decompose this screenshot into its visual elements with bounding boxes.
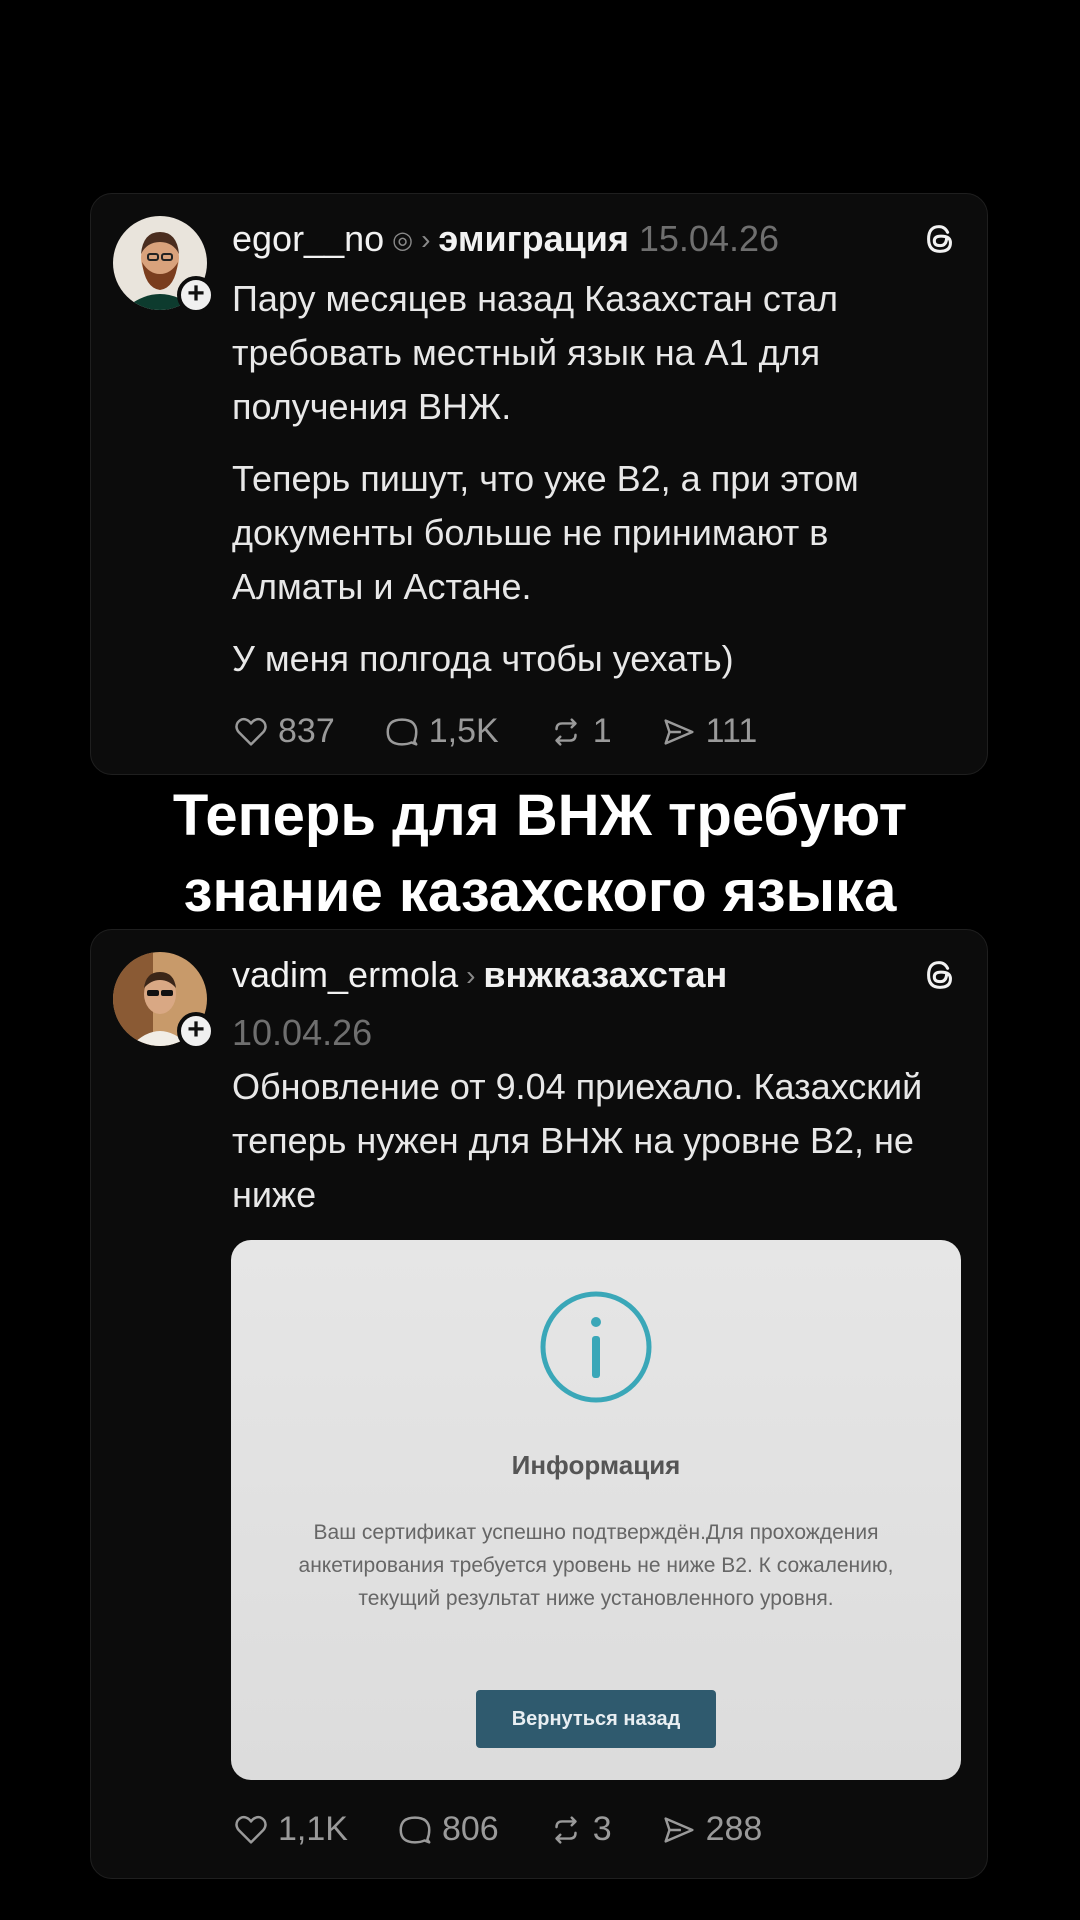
repost-button[interactable]: 3 <box>547 1810 612 1849</box>
dialog-message: Ваш сертификат успешно подтверждён.Для п… <box>298 1521 894 1610</box>
topic-tag[interactable]: внжказахстан <box>483 954 727 995</box>
comment-count: 1,5K <box>428 712 499 750</box>
headline: Теперь для ВНЖ требуют знание казахского… <box>0 778 1080 930</box>
share-count: 111 <box>705 712 758 750</box>
post-paragraph: Обновление от 9.04 приехало. Казахский т… <box>232 1066 923 1215</box>
repost-count: 3 <box>592 1810 612 1848</box>
verified-badge-icon: ◎ <box>392 227 414 254</box>
repost-count: 1 <box>592 712 612 750</box>
comment-count: 806 <box>441 1810 499 1848</box>
topic-tag[interactable]: эмиграция <box>438 218 628 259</box>
dialog-title: Информация <box>511 1450 681 1480</box>
heart-icon <box>235 1815 267 1844</box>
follow-plus-icon[interactable]: + <box>177 276 215 314</box>
post-date: 15.04.26 <box>638 218 780 259</box>
post-header: vadim_ermola › внжказахстан <box>232 952 957 999</box>
comment-button[interactable]: 806 <box>396 1810 499 1849</box>
post-actions: 1,1K 806 3 288 <box>232 1810 810 1849</box>
like-button[interactable]: 1,1K <box>232 1810 348 1849</box>
share-button[interactable]: 111 <box>660 712 758 751</box>
like-button[interactable]: 837 <box>232 712 335 751</box>
post-card-1[interactable]: + egor__no ◎ › эмиграция 15.04.26 Пару месяц… <box>90 193 988 775</box>
repost-icon <box>554 1815 577 1844</box>
post-actions: 837 1,5K 1 111 <box>232 712 805 751</box>
post-card-2[interactable]: + vadim_ermola › внжказахстан 10.04.26 Обн… <box>90 929 988 1879</box>
follow-plus-icon[interactable]: + <box>177 1012 215 1050</box>
post-paragraph: Теперь пишут, что уже В2, а при этом док… <box>232 458 859 607</box>
like-count: 837 <box>278 712 335 750</box>
post-text: Пару месяцев назад Казахстан стал требов… <box>232 272 957 704</box>
chevron-right-icon: › <box>421 224 431 255</box>
info-circle-icon <box>540 1291 652 1403</box>
username[interactable]: egor__no <box>232 218 384 259</box>
post-header: egor__no ◎ › эмиграция 15.04.26 <box>232 216 957 264</box>
headline-line: знание казахского языка <box>183 859 897 924</box>
send-icon <box>664 718 694 745</box>
share-count: 288 <box>705 1810 763 1848</box>
send-icon <box>664 1816 694 1843</box>
headline-line: Теперь для ВНЖ требуют <box>172 783 908 848</box>
attached-image[interactable]: Информация Ваш сертификат успешно подтве… <box>231 1240 961 1780</box>
username[interactable]: vadim_ermola <box>232 954 458 995</box>
like-count: 1,1K <box>278 1810 348 1848</box>
repost-button[interactable]: 1 <box>547 712 612 751</box>
share-button[interactable]: 288 <box>660 1810 763 1849</box>
post-paragraph: Пару месяцев назад Казахстан стал требов… <box>232 278 838 427</box>
threads-logo-icon[interactable] <box>921 956 959 994</box>
post-date: 10.04.26 <box>232 1012 373 1053</box>
comment-bubble-icon <box>386 717 418 746</box>
post-paragraph: У меня полгода чтобы уехать) <box>232 638 734 679</box>
chevron-right-icon: › <box>466 960 476 991</box>
repost-icon <box>554 717 577 746</box>
post-text: Обновление от 9.04 приехало. Казахский т… <box>232 1060 957 1240</box>
comment-bubble-icon <box>399 1815 431 1844</box>
back-button: Вернуться назад <box>476 1690 716 1748</box>
heart-icon <box>235 717 267 746</box>
comment-button[interactable]: 1,5K <box>383 712 499 751</box>
threads-logo-icon[interactable] <box>921 220 959 258</box>
